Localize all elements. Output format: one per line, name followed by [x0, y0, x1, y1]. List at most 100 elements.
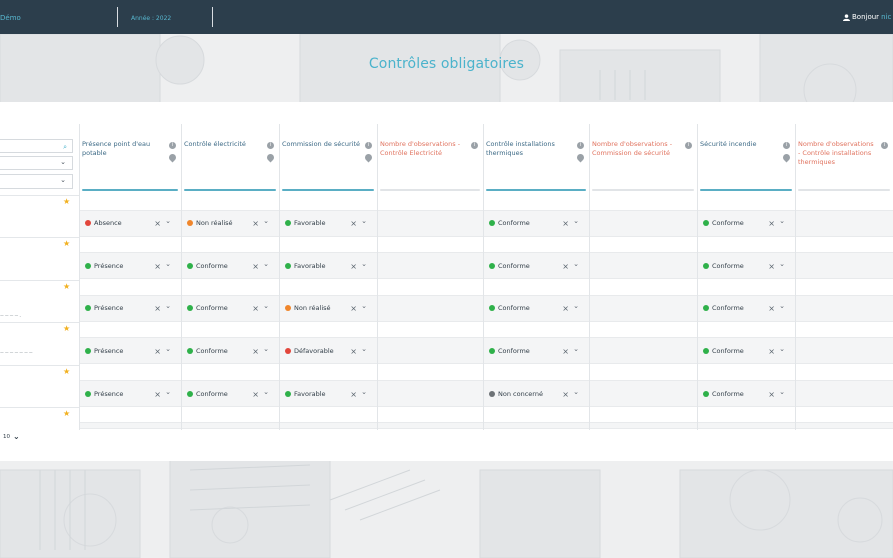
column-header[interactable]: Contrôle installations thermiques: [486, 140, 574, 158]
status-cell[interactable]: Non réalisé × ⌄: [187, 216, 275, 230]
chevron-down-icon[interactable]: ⌄: [573, 345, 579, 353]
clear-icon[interactable]: ×: [252, 219, 259, 228]
clear-icon[interactable]: ×: [562, 219, 569, 228]
info-icon[interactable]: i: [881, 142, 888, 149]
column-header[interactable]: Nombre d'observations - Commission de sé…: [592, 140, 682, 158]
column-header[interactable]: Présence point d'eau potable: [82, 140, 166, 158]
chevron-down-icon[interactable]: ⌄: [263, 388, 269, 396]
status-cell[interactable]: Conforme × ⌄: [703, 344, 791, 358]
chevron-down-icon[interactable]: ⌄: [573, 388, 579, 396]
chevron-down-icon[interactable]: ⌄: [361, 260, 367, 268]
status-cell[interactable]: Défavorable × ⌄: [285, 344, 373, 358]
clear-icon[interactable]: ×: [154, 219, 161, 228]
clear-icon[interactable]: ×: [252, 347, 259, 356]
info-icon[interactable]: i: [471, 142, 478, 149]
chevron-down-icon[interactable]: ⌄: [779, 217, 785, 225]
clear-icon[interactable]: ×: [154, 347, 161, 356]
chevron-down-icon[interactable]: ⌄: [165, 345, 171, 353]
status-cell[interactable]: Conforme × ⌄: [489, 344, 585, 358]
column-header[interactable]: Nombre d'observations - Contrôle Electri…: [380, 140, 468, 158]
status-cell[interactable]: Non concerné × ⌄: [489, 387, 585, 401]
favorite-star-icon[interactable]: ★: [63, 282, 70, 291]
year-selector[interactable]: Année : 2022: [131, 15, 171, 22]
clear-icon[interactable]: ×: [768, 390, 775, 399]
column-header[interactable]: Contrôle électricité: [184, 140, 264, 149]
status-cell[interactable]: Conforme × ⌄: [489, 259, 585, 273]
clear-icon[interactable]: ×: [768, 347, 775, 356]
favorite-star-icon[interactable]: ★: [63, 324, 70, 333]
status-cell[interactable]: Absence × ⌄: [85, 216, 177, 230]
status-cell[interactable]: Conforme × ⌄: [187, 344, 275, 358]
info-icon[interactable]: i: [783, 142, 790, 149]
info-icon[interactable]: i: [267, 142, 274, 149]
user-menu[interactable]: Bonjour nic: [843, 13, 893, 21]
chevron-down-icon[interactable]: ⌄: [165, 388, 171, 396]
favorite-star-icon[interactable]: ★: [63, 367, 70, 376]
info-icon[interactable]: i: [365, 142, 372, 149]
clear-icon[interactable]: ×: [154, 304, 161, 313]
clear-icon[interactable]: ×: [154, 390, 161, 399]
status-cell[interactable]: Conforme × ⌄: [489, 301, 585, 315]
chevron-down-icon[interactable]: ⌄: [165, 302, 171, 310]
status-cell[interactable]: Conforme × ⌄: [703, 387, 791, 401]
chevron-down-icon[interactable]: ⌄: [263, 260, 269, 268]
chevron-down-icon[interactable]: ⌄: [165, 217, 171, 225]
status-cell[interactable]: Conforme × ⌄: [187, 387, 275, 401]
chevron-down-icon[interactable]: ⌄: [779, 345, 785, 353]
favorite-star-icon[interactable]: ★: [63, 197, 70, 206]
status-cell[interactable]: Conforme × ⌄: [187, 259, 275, 273]
chevron-down-icon[interactable]: ⌄: [573, 302, 579, 310]
clear-icon[interactable]: ×: [252, 304, 259, 313]
status-cell[interactable]: Présence × ⌄: [85, 259, 177, 273]
brand-link[interactable]: Démo: [0, 14, 60, 22]
status-cell[interactable]: Conforme × ⌄: [703, 301, 791, 315]
chevron-down-icon[interactable]: ⌄: [361, 302, 367, 310]
chevron-down-icon[interactable]: ⌄: [573, 260, 579, 268]
status-cell[interactable]: Conforme × ⌄: [489, 216, 585, 230]
status-cell[interactable]: Conforme × ⌄: [703, 216, 791, 230]
clear-icon[interactable]: ×: [350, 262, 357, 271]
clear-icon[interactable]: ×: [768, 219, 775, 228]
clear-icon[interactable]: ×: [154, 262, 161, 271]
status-cell[interactable]: Conforme × ⌄: [703, 259, 791, 273]
chevron-down-icon[interactable]: ⌄: [573, 217, 579, 225]
clear-icon[interactable]: ×: [252, 390, 259, 399]
clear-icon[interactable]: ×: [562, 262, 569, 271]
clear-icon[interactable]: ×: [562, 304, 569, 313]
chevron-down-icon[interactable]: ⌄: [165, 260, 171, 268]
info-icon[interactable]: i: [169, 142, 176, 149]
status-cell[interactable]: Favorable × ⌄: [285, 216, 373, 230]
chevron-down-icon[interactable]: ⌄: [263, 217, 269, 225]
column-header[interactable]: Nombre d'observations - Contrôle install…: [798, 140, 878, 167]
chevron-down-icon[interactable]: ⌄: [361, 217, 367, 225]
status-cell[interactable]: Présence × ⌄: [85, 387, 177, 401]
status-cell[interactable]: Conforme × ⌄: [187, 301, 275, 315]
status-cell[interactable]: Présence × ⌄: [85, 301, 177, 315]
clear-icon[interactable]: ×: [252, 262, 259, 271]
status-cell[interactable]: Favorable × ⌄: [285, 387, 373, 401]
info-icon[interactable]: i: [685, 142, 692, 149]
clear-icon[interactable]: ×: [768, 304, 775, 313]
page-size-select[interactable]: 10 ⌄: [3, 432, 20, 441]
clear-icon[interactable]: ×: [350, 347, 357, 356]
info-icon[interactable]: i: [577, 142, 584, 149]
column-header[interactable]: Commission de sécurité: [282, 140, 362, 149]
filter-select[interactable]: ⌄: [0, 174, 73, 189]
favorite-star-icon[interactable]: ★: [63, 409, 70, 418]
filter-select[interactable]: ⌄: [0, 156, 73, 170]
favorite-star-icon[interactable]: ★: [63, 239, 70, 248]
clear-icon[interactable]: ×: [562, 390, 569, 399]
status-cell[interactable]: Non réalisé × ⌄: [285, 301, 373, 315]
column-header[interactable]: Sécurité incendie: [700, 140, 780, 149]
chevron-down-icon[interactable]: ⌄: [779, 260, 785, 268]
clear-icon[interactable]: ×: [768, 262, 775, 271]
status-cell[interactable]: Présence × ⌄: [85, 344, 177, 358]
chevron-down-icon[interactable]: ⌄: [779, 302, 785, 310]
chevron-down-icon[interactable]: ⌄: [361, 388, 367, 396]
clear-icon[interactable]: ×: [350, 304, 357, 313]
clear-icon[interactable]: ×: [350, 219, 357, 228]
search-input[interactable]: ⌕: [0, 139, 73, 153]
clear-icon[interactable]: ×: [350, 390, 357, 399]
chevron-down-icon[interactable]: ⌄: [779, 388, 785, 396]
chevron-down-icon[interactable]: ⌄: [361, 345, 367, 353]
